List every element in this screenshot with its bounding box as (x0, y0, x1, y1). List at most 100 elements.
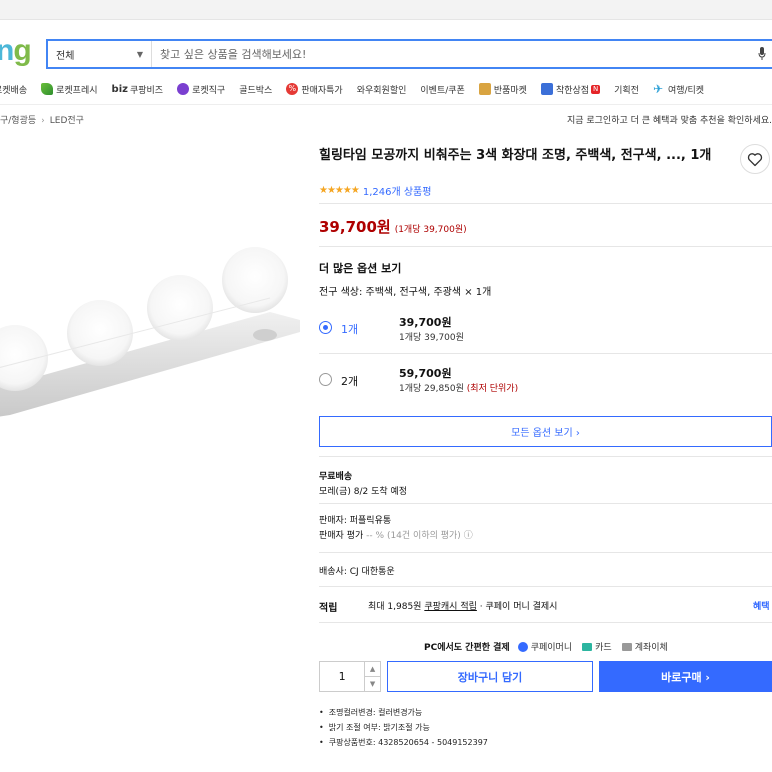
nav-item-rocket-delivery[interactable]: 로켓배송 (0, 83, 27, 96)
more-options-heading: 더 많은 옵션 보기 (319, 262, 402, 275)
payment-method-label: 쿠페이머니 (530, 643, 573, 653)
search-input[interactable] (152, 41, 772, 67)
box-icon (478, 83, 491, 95)
nav-label: 반품마켓 (493, 85, 527, 96)
reward-benefit-link[interactable]: 혜택 (753, 599, 770, 612)
nav-item-exhibitions[interactable]: 기획전 (614, 83, 639, 96)
nav-label: 판매자특가 (301, 85, 343, 96)
nav-item-rocket-global[interactable]: 로켓직구 (177, 83, 225, 96)
reward-condition: · 쿠페이 머니 결제시 (479, 602, 558, 612)
biz-logo: biz (111, 83, 128, 95)
divider (319, 456, 772, 457)
add-to-cart-button[interactable]: 장바구니 담기 (387, 661, 593, 692)
breadcrumb-item[interactable]: LED전구 (50, 116, 84, 126)
top-utility-bar (0, 0, 772, 20)
coupang-logo[interactable]: ng (0, 34, 32, 68)
bank-icon (621, 642, 632, 651)
nav-item-wow-discount[interactable]: 와우회원할인 (357, 83, 407, 96)
divider (319, 552, 772, 553)
search-category-select[interactable]: 전체 ▼ (48, 41, 152, 67)
breadcrumb: 구/형광등 › LED전구 (0, 113, 84, 126)
microphone-icon[interactable] (758, 47, 766, 61)
new-badge: N (591, 84, 601, 94)
nav-label: 이벤트/쿠폰 (420, 85, 465, 96)
option-price: 59,700원 (399, 367, 452, 380)
review-count-link[interactable]: 1,246개 상품평 (363, 183, 432, 198)
option-radio[interactable] (319, 373, 332, 386)
divider (319, 246, 772, 247)
payment-heading: PC에서도 간편한 결제 (424, 643, 510, 653)
search-bar: 전체 ▼ (46, 39, 772, 69)
plane-icon: ✈ (652, 82, 663, 96)
breadcrumb-item[interactable]: 구/형광등 (0, 116, 36, 126)
quantity-input[interactable]: 1 (320, 662, 366, 691)
seller-rating-label: 판매자 평가 (319, 531, 364, 541)
option-description: 전구 색상: 주백색, 전구색, 주광색 × 1개 (319, 287, 492, 298)
wishlist-button[interactable] (740, 144, 770, 174)
quantity-increase-button[interactable]: ▲ (365, 662, 380, 677)
nav-label: 로켓프레시 (56, 85, 98, 96)
reward-amount: 최대 1,985원 (368, 602, 422, 612)
globe-icon (177, 83, 190, 95)
detail-item: 밝기 조절 여부: 밝기조절 가능 (319, 720, 488, 735)
nav-label: 여행/티켓 (667, 85, 705, 96)
nav-item-good-store[interactable]: 착한상점 N (540, 83, 601, 96)
divider (319, 353, 772, 354)
coupang-cash-link[interactable]: 쿠팡캐시 적립 (424, 602, 477, 612)
option-unit-price: 1개당 29,850원 (최저 단위가) (399, 381, 518, 394)
product-title: 힐링타임 모공까지 비춰주는 3색 화장대 조명, 주백색, 전구색, ...,… (319, 148, 712, 163)
payment-method-transfer[interactable]: 계좌이체 (621, 640, 668, 653)
rocket-fresh-icon (41, 83, 54, 95)
product-image[interactable] (0, 240, 300, 430)
free-shipping-label: 무료배송 (319, 472, 353, 482)
reward-text: 최대 1,985원 쿠팡캐시 적립 · 쿠페이 머니 결제시 (368, 599, 557, 612)
nav-item-return-market[interactable]: 반품마켓 (478, 83, 527, 96)
login-promo-text[interactable]: 지금 로그인하고 더 큰 혜택과 맞춤 추천을 확인하세요. (567, 113, 772, 126)
breadcrumb-separator: › (41, 116, 45, 126)
option-quantity: 1개 (341, 323, 359, 336)
option-price: 39,700원 (399, 316, 452, 329)
nav-item-goldbox[interactable]: 골드박스 (239, 83, 272, 96)
option-row[interactable]: 1개 39,700원 1개당 39,700원 (319, 312, 772, 352)
divider (319, 203, 772, 204)
payment-methods: PC에서도 간편한 결제 쿠페이머니 카드 계좌이체 (424, 640, 678, 653)
nav-label: 골드박스 (239, 85, 273, 96)
option-unit-text: 1개당 39,700원 (399, 333, 464, 343)
option-row[interactable]: 2개 59,700원 1개당 29,850원 (최저 단위가) (319, 363, 772, 403)
option-radio[interactable] (319, 321, 332, 334)
heart-icon (747, 152, 763, 166)
reward-label: 적립 (319, 603, 338, 614)
nav-label: 로켓배송 (0, 85, 28, 96)
payment-method-coupay[interactable]: 쿠페이머니 (517, 640, 573, 653)
delivery-date: 모레(금) 8/2 도착 예정 (319, 487, 408, 497)
star-rating-icon: ★★★★★ (319, 185, 360, 196)
coupay-icon (517, 641, 528, 652)
detail-item: 조명컬러변경: 컬러변경가능 (319, 705, 488, 720)
info-icon[interactable]: ⓘ (464, 531, 473, 541)
quantity-decrease-button[interactable]: ▼ (365, 677, 380, 691)
payment-method-label: 카드 (595, 643, 612, 653)
nav-item-coupang-biz[interactable]: biz 쿠팡비즈 (112, 83, 164, 96)
unit-price: (1개당 39,700원) (394, 225, 467, 235)
quantity-stepper[interactable]: 1 ▲ ▼ (319, 661, 381, 692)
carrier-info: 배송사: CJ 대한통운 (319, 567, 395, 577)
card-icon (582, 642, 593, 651)
nav-label: 와우회원할인 (356, 85, 407, 96)
nav-item-rocket-fresh[interactable]: 로켓프레시 (41, 83, 98, 96)
buy-now-button[interactable]: 바로구매 › (599, 661, 772, 692)
lowest-unit-price-note: (최저 단위가) (466, 384, 519, 394)
product-rating[interactable]: ★★★★★ 1,246개 상품평 (319, 183, 431, 198)
product-details-list: 조명컬러변경: 컬러변경가능 밝기 조절 여부: 밝기조절 가능 쿠팡상품번호:… (319, 705, 488, 750)
nav-item-travel-ticket[interactable]: ✈ 여행/티켓 (653, 83, 704, 96)
view-all-options-button[interactable]: 모든 옵션 보기 › (319, 416, 772, 447)
divider (319, 622, 772, 623)
price-block: 39,700원 (1개당 39,700원) (319, 216, 467, 237)
nav-item-events-coupons[interactable]: 이벤트/쿠폰 (420, 83, 464, 96)
nav-label: 쿠팡비즈 (129, 85, 164, 96)
seller-name[interactable]: 판매자: 퍼플릭유통 (319, 513, 391, 526)
percent-icon: % (286, 83, 299, 95)
nav-item-seller-deals[interactable]: % 판매자특가 (286, 83, 343, 96)
search-category-label: 전체 (56, 50, 75, 62)
payment-method-card[interactable]: 카드 (582, 640, 612, 653)
payment-method-label: 계좌이체 (634, 643, 668, 653)
